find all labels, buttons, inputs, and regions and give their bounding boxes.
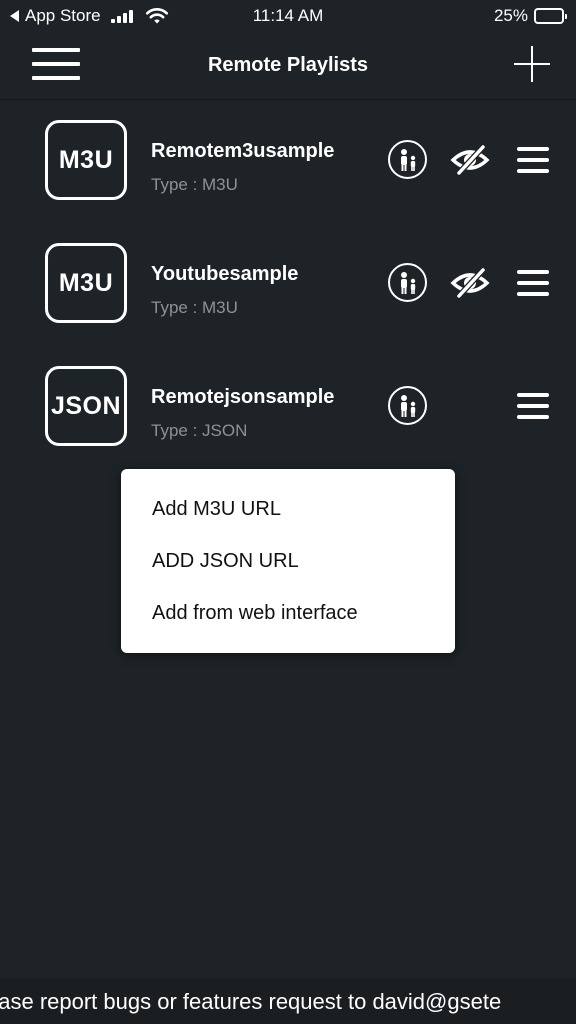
playlist-name: Youtubesample: [151, 263, 299, 285]
hidden-eye-icon[interactable]: [450, 267, 490, 299]
add-playlist-button[interactable]: [514, 46, 550, 82]
m3u-badge-icon: M3U: [45, 243, 127, 323]
page-title: Remote Playlists: [207, 54, 369, 76]
add-playlist-popup: Add M3U URL ADD JSON URL Add from web in…: [121, 469, 455, 653]
m3u-badge-icon: M3U: [45, 120, 127, 200]
status-bar: App Store 11:14 AM 25%: [0, 0, 576, 32]
add-from-web-interface-item[interactable]: Add from web interface: [152, 602, 358, 625]
add-m3u-url-item[interactable]: Add M3U URL: [152, 498, 281, 521]
hamburger-icon: [517, 270, 549, 274]
playlist-name: Remotem3usample: [151, 140, 335, 162]
playlist-row[interactable]: JSON Remotejsonsample Type : JSON: [0, 366, 576, 466]
nav-bar: Remote Playlists: [0, 32, 576, 100]
family-icon: [400, 148, 415, 171]
playlist-name: Remotejsonsample: [151, 386, 335, 408]
ticker-text: ease report bugs or features request to …: [0, 989, 502, 1014]
footer-ticker-bar: ease report bugs or features request to …: [0, 978, 576, 1024]
family-icon: [400, 394, 415, 417]
status-right: 25%: [493, 6, 567, 26]
hamburger-icon: [32, 48, 80, 52]
family-filter-button[interactable]: [388, 386, 427, 425]
playlist-row[interactable]: M3U Remotem3usample Type : M3U: [0, 120, 576, 220]
status-time: 11:14 AM: [252, 6, 324, 25]
row-menu-button[interactable]: [517, 393, 549, 419]
hidden-eye-icon[interactable]: [450, 144, 490, 176]
family-filter-button[interactable]: [388, 263, 427, 302]
playlist-type: Type : M3U: [151, 175, 238, 194]
json-badge-icon: JSON: [45, 366, 127, 446]
playlist-type: Type : JSON: [151, 421, 248, 440]
row-menu-button[interactable]: [517, 147, 549, 173]
row-menu-button[interactable]: [517, 270, 549, 296]
family-icon: [400, 271, 415, 294]
battery-percent: 25%: [493, 6, 528, 25]
family-filter-button[interactable]: [388, 140, 427, 179]
playlist-type: Type : M3U: [151, 298, 238, 317]
hamburger-icon: [517, 393, 549, 397]
battery-icon: [534, 8, 567, 24]
add-json-url-item[interactable]: ADD JSON URL: [152, 550, 299, 573]
hamburger-icon: [517, 147, 549, 151]
playlist-row[interactable]: M3U Youtubesample Type : M3U: [0, 243, 576, 343]
